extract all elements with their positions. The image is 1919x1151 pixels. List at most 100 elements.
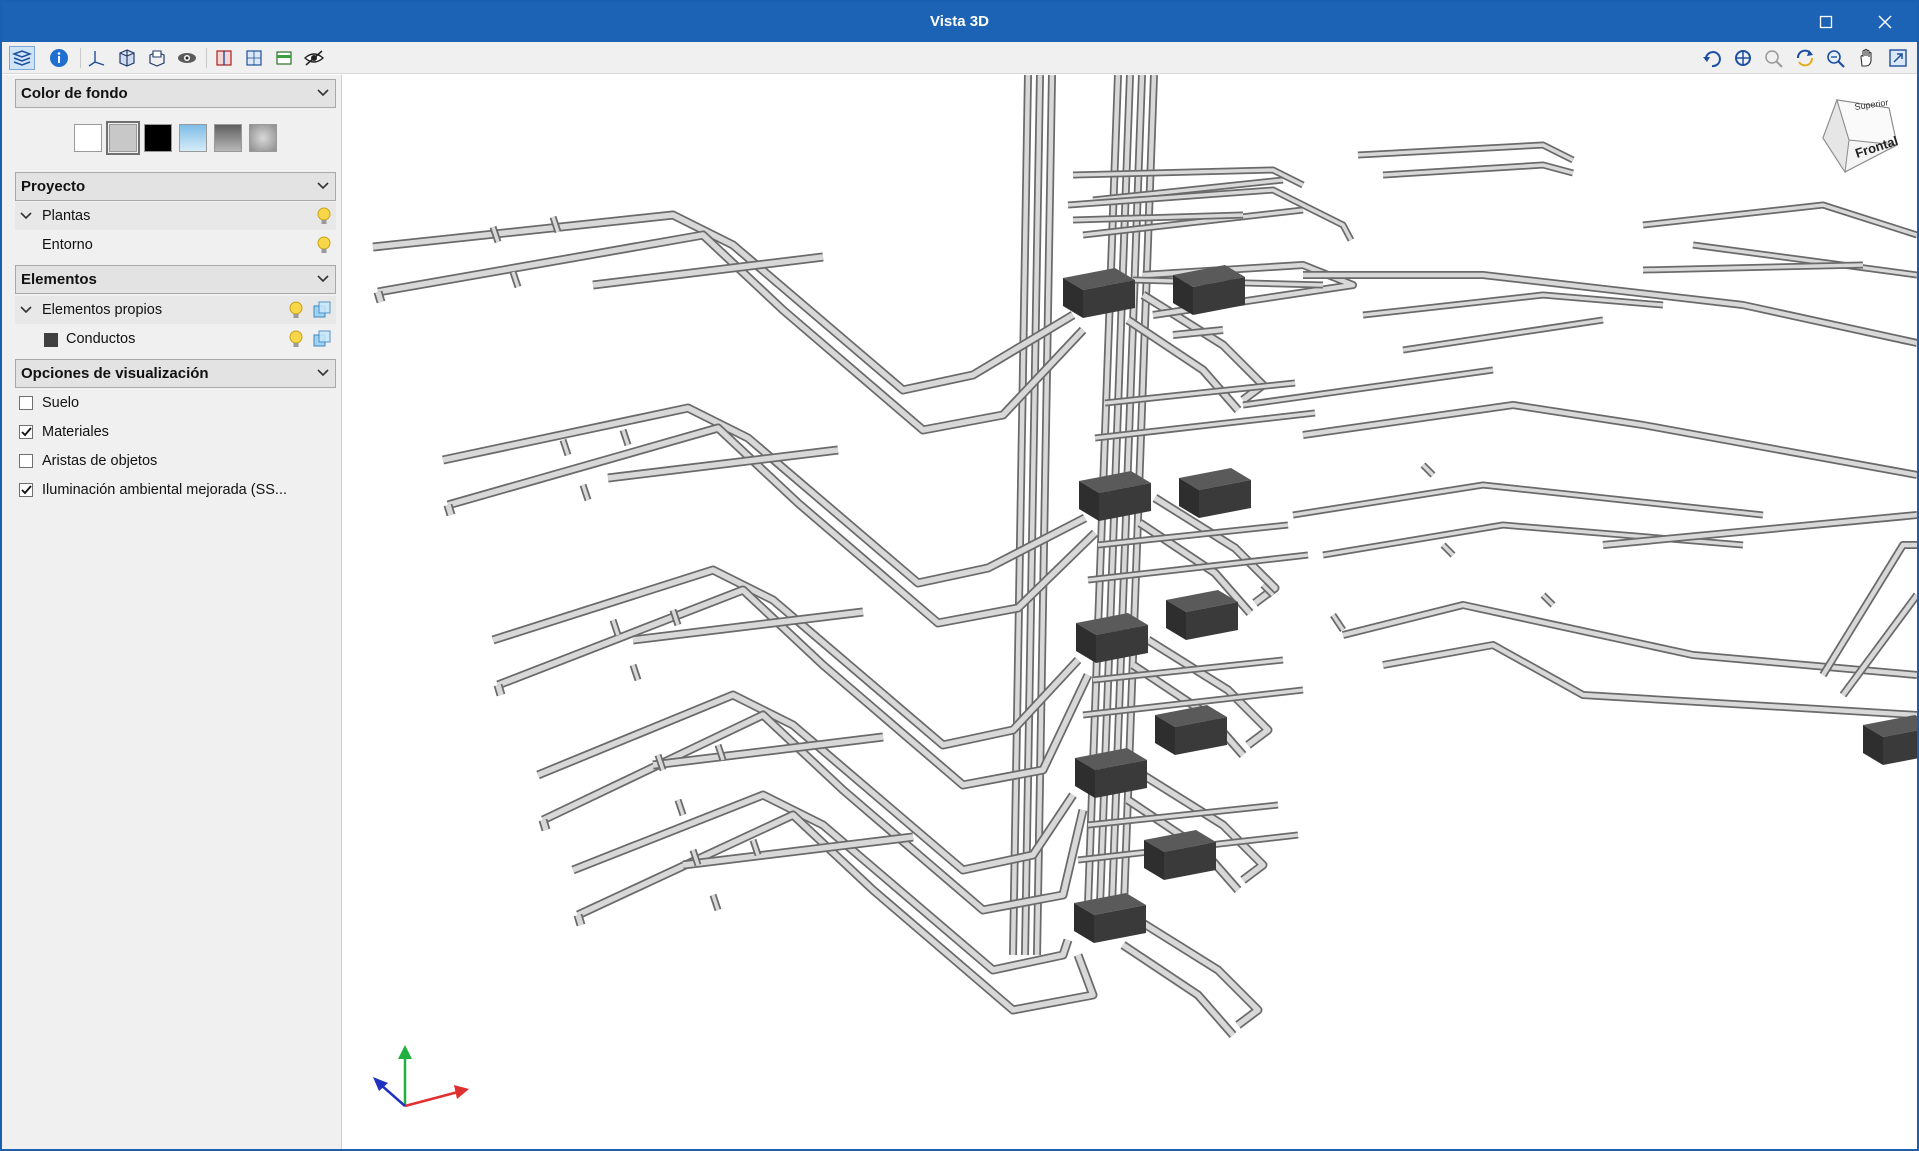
lightbulb-icon[interactable] <box>316 235 332 255</box>
window-title: Vista 3D <box>930 13 989 30</box>
maximize-button[interactable] <box>1796 2 1856 42</box>
zoom-window-icon <box>1765 50 1783 68</box>
3d-viewport[interactable]: Superior Frontal <box>343 75 1917 1149</box>
chevron-down-icon[interactable] <box>20 305 32 315</box>
close-icon <box>1878 15 1892 29</box>
tree-item-label: Entorno <box>42 237 93 253</box>
junction-box[interactable] <box>1155 705 1227 755</box>
junction-box[interactable] <box>1075 748 1147 798</box>
background-color-section-header[interactable]: Color de fondo <box>15 79 336 108</box>
option-label: Materiales <box>42 424 109 440</box>
chevron-down-icon <box>317 369 329 377</box>
orbit-button[interactable] <box>1792 46 1818 70</box>
junction-box[interactable] <box>1076 613 1148 663</box>
zoom-all-button[interactable] <box>1730 46 1756 70</box>
hand-icon <box>1860 48 1872 67</box>
junction-box[interactable] <box>1144 830 1216 880</box>
iluminacion-checkbox[interactable] <box>19 483 33 497</box>
tree-item-conductos[interactable]: Conductos <box>15 325 336 353</box>
orbit-icon <box>1797 49 1813 67</box>
section-view-button[interactable] <box>144 46 170 70</box>
junction-box[interactable] <box>1166 590 1238 640</box>
swatch-radial-gradient[interactable] <box>249 124 277 152</box>
tree-item-label: Plantas <box>42 208 91 224</box>
filter-view-button[interactable] <box>174 46 200 70</box>
tree-item-plantas[interactable]: Plantas <box>15 202 336 230</box>
duct-segment[interactable] <box>575 914 584 926</box>
view-cube[interactable]: Superior Frontal <box>1822 97 1900 174</box>
previous-view-button[interactable] <box>1699 46 1725 70</box>
swatch-gray-selected[interactable] <box>106 121 140 155</box>
display-options-section-header[interactable]: Opciones de visualización <box>15 359 336 388</box>
pan-button[interactable] <box>1854 46 1880 70</box>
duct-segment-outline[interactable] <box>442 403 1088 588</box>
split-panel-icon <box>216 50 232 66</box>
grid-frame-button[interactable] <box>241 46 267 70</box>
chevron-down-icon[interactable] <box>20 211 32 221</box>
duct-model-render[interactable]: Superior Frontal <box>343 75 1917 1149</box>
option-materiales[interactable]: Materiales <box>15 418 336 446</box>
maximize-icon <box>1819 15 1833 29</box>
duct-segment[interactable] <box>375 291 384 303</box>
duct-segment[interactable] <box>445 504 454 516</box>
floor-plan-button[interactable] <box>271 46 297 70</box>
floor-plan-icon <box>276 51 292 65</box>
plan-split-button[interactable] <box>211 46 237 70</box>
layers-icon <box>12 50 32 66</box>
solid-view-button[interactable] <box>114 46 140 70</box>
zoom-extents-icon <box>1735 50 1751 66</box>
toolbar <box>2 42 1917 74</box>
aristas-checkbox[interactable] <box>19 454 33 468</box>
tree-item-label: Conductos <box>66 331 136 347</box>
info-button[interactable] <box>46 46 72 70</box>
transparency-icon[interactable] <box>312 301 332 319</box>
swatch-white[interactable] <box>74 124 102 152</box>
swatch-black[interactable] <box>144 124 172 152</box>
duct-segment-outline[interactable] <box>1302 401 1917 479</box>
option-suelo[interactable]: Suelo <box>15 389 336 417</box>
duct-segment[interactable] <box>592 254 824 288</box>
materiales-checkbox[interactable] <box>19 425 33 439</box>
suelo-checkbox[interactable] <box>19 396 33 410</box>
axis-triad <box>373 1045 469 1108</box>
section-label: Color de fondo <box>21 85 128 102</box>
duct-segment[interactable] <box>372 212 1075 393</box>
section-label: Opciones de visualización <box>21 365 209 382</box>
option-label: Suelo <box>42 395 80 411</box>
checkmark-icon <box>21 485 32 495</box>
project-section-header[interactable]: Proyecto <box>15 172 336 201</box>
option-label: Aristas de objetos <box>42 453 158 469</box>
lightbulb-icon[interactable] <box>316 206 332 226</box>
zoom-button[interactable] <box>1823 46 1849 70</box>
duct-segment[interactable] <box>540 819 549 831</box>
duct-segment[interactable] <box>1841 593 1917 697</box>
conductos-color-swatch[interactable] <box>44 333 58 347</box>
cloud-eye-icon <box>178 53 196 63</box>
lightbulb-icon[interactable] <box>288 300 304 320</box>
junction-box[interactable] <box>1863 715 1917 765</box>
lightbulb-icon[interactable] <box>288 329 304 349</box>
visibility-button[interactable] <box>301 46 327 70</box>
swatch-light-blue[interactable] <box>179 124 207 152</box>
duct-segment[interactable] <box>1602 512 1917 548</box>
chevron-down-icon <box>317 275 329 283</box>
tree-item-entorno[interactable]: Entorno <box>15 231 336 259</box>
duct-segment[interactable] <box>442 405 1087 586</box>
tree-item-elementos-propios[interactable]: Elementos propios <box>15 296 336 324</box>
elements-section-header[interactable]: Elementos <box>15 265 336 294</box>
option-iluminacion[interactable]: Iluminación ambiental mejorada (SS... <box>15 476 336 504</box>
duct-segment[interactable] <box>1402 318 1604 352</box>
duct-segment-outline[interactable] <box>1135 916 1263 1029</box>
zoom-window-button[interactable] <box>1761 46 1787 70</box>
junction-box[interactable] <box>1179 468 1251 518</box>
option-aristas[interactable]: Aristas de objetos <box>15 447 336 475</box>
close-button[interactable] <box>1855 2 1915 42</box>
axes-button[interactable] <box>84 46 110 70</box>
layers-panel-button[interactable] <box>9 46 35 70</box>
fit-view-button[interactable] <box>1885 46 1911 70</box>
duct-network[interactable] <box>372 75 1917 1038</box>
transparency-icon[interactable] <box>312 330 332 348</box>
swatch-dark-gradient[interactable] <box>214 124 242 152</box>
duct-segment[interactable] <box>495 684 504 696</box>
duct-segment[interactable] <box>1302 402 1917 478</box>
